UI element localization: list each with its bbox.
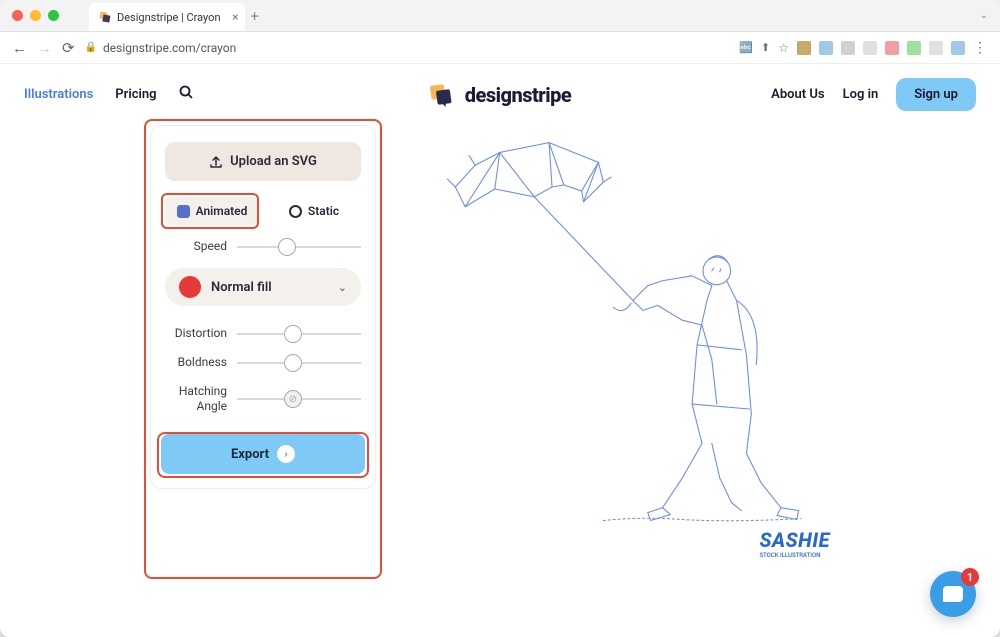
mode-static-label: Static xyxy=(308,204,339,218)
mode-animated-label: Animated xyxy=(196,204,248,218)
hatching-slider-row: Hatching Angle ⊘ xyxy=(165,384,361,414)
url-bar: ← → ⟳ 🔒 designstripe.com/crayon 🔤 ⬆ ☆ ⋮ xyxy=(0,32,1000,64)
url-text: designstripe.com/crayon xyxy=(103,41,236,55)
logo-text: designstripe xyxy=(465,83,572,107)
fill-select[interactable]: Normal fill ⌄ xyxy=(165,268,361,306)
mode-animated[interactable]: Animated xyxy=(165,197,259,225)
translate-icon[interactable]: 🔤 xyxy=(739,41,753,54)
upload-svg-button[interactable]: Upload an SVG xyxy=(165,142,361,181)
nav-right: About Us Log in Sign up xyxy=(771,78,976,111)
nav-about[interactable]: About Us xyxy=(771,87,824,102)
close-window-icon[interactable] xyxy=(12,10,23,21)
illustration-canvas: SASHIE STOCK ILLUSTRATION xyxy=(406,125,850,549)
reload-button[interactable]: ⟳ xyxy=(62,39,75,57)
main-content: Upload an SVG Animated Static xyxy=(0,125,1000,549)
tab-favicon-icon xyxy=(99,11,111,23)
page-content: Illustrations Pricing designstripe About… xyxy=(0,64,1000,637)
fill-swatch-icon xyxy=(179,276,201,298)
nav-left: Illustrations Pricing xyxy=(24,85,194,104)
back-button[interactable]: ← xyxy=(12,39,27,57)
maximize-window-icon[interactable] xyxy=(48,10,59,21)
control-panel-wrap: Upload an SVG Animated Static xyxy=(150,125,376,549)
mode-static[interactable]: Static xyxy=(267,197,361,225)
control-panel: Upload an SVG Animated Static xyxy=(150,125,376,489)
boldness-slider-row: Boldness xyxy=(165,355,361,370)
speed-slider-row: Speed xyxy=(165,239,361,254)
lock-icon: 🔒 xyxy=(85,42,97,53)
browser-window: Designstripe | Crayon × + ⌄ ← → ⟳ 🔒 desi… xyxy=(0,0,1000,637)
nav-pricing[interactable]: Pricing xyxy=(115,87,156,102)
chevron-right-icon: › xyxy=(277,445,295,463)
extension-icon[interactable] xyxy=(929,41,943,55)
bookmark-icon[interactable]: ☆ xyxy=(778,41,789,55)
speed-label: Speed xyxy=(165,239,227,254)
forward-button[interactable]: → xyxy=(37,39,52,57)
boldness-thumb[interactable] xyxy=(284,354,302,372)
animated-icon xyxy=(177,205,190,218)
hatching-slider[interactable]: ⊘ xyxy=(237,398,361,400)
distortion-label: Distortion xyxy=(165,326,227,341)
export-button[interactable]: Export › xyxy=(161,434,365,474)
browser-tab[interactable]: Designstripe | Crayon × xyxy=(89,3,245,31)
tabs-caret-icon[interactable]: ⌄ xyxy=(980,10,988,21)
hatching-label: Hatching Angle xyxy=(165,384,227,414)
distortion-slider-row: Distortion xyxy=(165,326,361,341)
chat-widget[interactable]: 1 xyxy=(930,571,976,617)
url-field[interactable]: 🔒 designstripe.com/crayon xyxy=(85,41,730,55)
chevron-down-icon: ⌄ xyxy=(338,281,347,294)
extension-icon[interactable] xyxy=(819,41,833,55)
boldness-slider[interactable] xyxy=(237,362,361,364)
extension-icon[interactable] xyxy=(951,41,965,55)
extension-icon[interactable] xyxy=(797,41,811,55)
search-icon[interactable] xyxy=(179,85,194,104)
mode-toggle: Animated Static xyxy=(165,197,361,225)
title-bar: Designstripe | Crayon × + ⌄ xyxy=(0,0,1000,32)
logo-icon xyxy=(429,81,457,109)
credit-subtext: STOCK ILLUSTRATION xyxy=(759,552,830,559)
extension-icon[interactable] xyxy=(907,41,921,55)
logo[interactable]: designstripe xyxy=(429,81,572,109)
new-tab-button[interactable]: + xyxy=(251,7,259,25)
browser-menu-icon[interactable]: ⋮ xyxy=(973,40,988,56)
extension-icon[interactable] xyxy=(863,41,877,55)
boldness-label: Boldness xyxy=(165,355,227,370)
speed-slider[interactable] xyxy=(237,246,361,248)
distortion-thumb[interactable] xyxy=(284,325,302,343)
traffic-lights xyxy=(12,10,59,21)
chat-icon xyxy=(943,586,963,602)
illustration-credit: SASHIE STOCK ILLUSTRATION xyxy=(759,528,830,559)
share-icon[interactable]: ⬆ xyxy=(761,41,770,54)
fill-label: Normal fill xyxy=(211,280,272,295)
signup-button[interactable]: Sign up xyxy=(896,78,976,111)
tab-close-icon[interactable]: × xyxy=(232,10,238,24)
hatching-thumb: ⊘ xyxy=(284,390,302,408)
upload-label: Upload an SVG xyxy=(230,154,317,169)
browser-action-icons: 🔤 ⬆ ☆ ⋮ xyxy=(739,40,988,56)
upload-icon xyxy=(209,155,223,169)
nav-illustrations[interactable]: Illustrations xyxy=(24,87,93,102)
credit-text: SASHIE xyxy=(759,528,830,552)
distortion-slider[interactable] xyxy=(237,333,361,335)
site-nav: Illustrations Pricing designstripe About… xyxy=(0,64,1000,125)
speed-thumb[interactable] xyxy=(278,238,296,256)
minimize-window-icon[interactable] xyxy=(30,10,41,21)
export-label: Export xyxy=(231,447,269,462)
umbrella-man-illustration xyxy=(406,125,850,545)
static-icon xyxy=(289,205,302,218)
tab-title: Designstripe | Crayon xyxy=(117,11,221,24)
chat-badge: 1 xyxy=(961,568,979,586)
extension-icon[interactable] xyxy=(841,41,855,55)
nav-login[interactable]: Log in xyxy=(843,87,879,102)
extension-icon[interactable] xyxy=(885,41,899,55)
